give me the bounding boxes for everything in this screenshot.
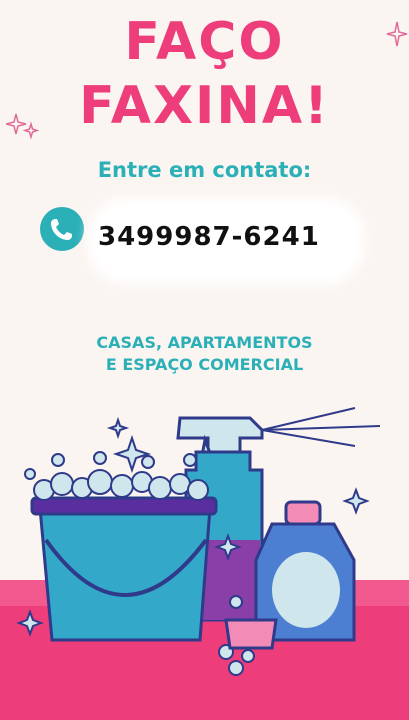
phone-icon (40, 207, 84, 251)
services-line-2: E ESPAÇO COMERCIAL (105, 355, 304, 374)
contact-label: Entre em contato: (97, 158, 312, 182)
cleaning-products-illustration (0, 407, 409, 720)
headline-line-2: FAXINA! (79, 76, 330, 136)
services-line-1: CASAS, APARTAMENTOS (96, 333, 313, 352)
flyer: FAÇO FAXINA! Entre em contato: 3499987-6… (0, 0, 409, 720)
cup-icon (224, 618, 278, 650)
headline-line-1: FAÇO (124, 12, 285, 72)
services-text: CASAS, APARTAMENTOS E ESPAÇO COMERCIAL (0, 332, 409, 376)
phone-number: 3499987-6241 (98, 222, 320, 252)
